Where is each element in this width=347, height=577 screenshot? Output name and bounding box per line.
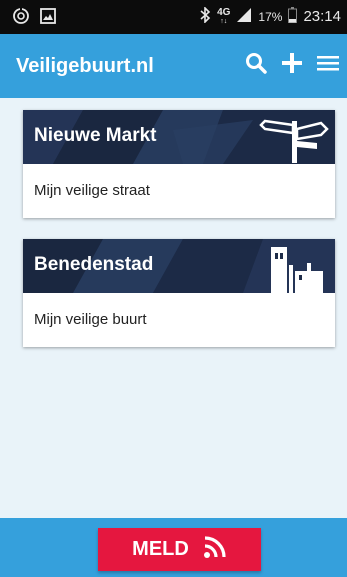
neighbourhood-card[interactable]: Nieuwe Markt Mijn veilige straat	[23, 110, 335, 218]
signal-icon	[236, 7, 252, 26]
card-header: Nieuwe Markt	[23, 110, 335, 164]
neighbourhood-card[interactable]: Benedenstad Mijn veilige buurt	[23, 239, 335, 347]
bottom-bar: MELD	[0, 518, 347, 577]
card-title: Nieuwe Markt	[34, 125, 157, 146]
app-bar: Veiligebuurt.nl	[0, 34, 347, 98]
menu-icon[interactable]	[317, 53, 339, 78]
bluetooth-icon	[199, 6, 211, 26]
app-title: Veiligebuurt.nl	[16, 55, 154, 77]
signpost-icon	[259, 113, 329, 164]
plus-icon[interactable]	[281, 52, 303, 79]
battery-percent: 17%	[258, 9, 283, 24]
card-subtitle: Mijn veilige buurt	[34, 311, 147, 328]
battery-icon	[288, 7, 298, 26]
image-icon	[40, 8, 56, 29]
card-header: Benedenstad	[23, 239, 335, 293]
buildings-icon	[269, 245, 329, 293]
sync-icon	[12, 7, 30, 30]
network-type: 4G ↑↓	[217, 7, 231, 26]
clock: 23:14	[303, 8, 341, 25]
card-title: Benedenstad	[34, 254, 154, 275]
search-icon[interactable]	[245, 52, 267, 79]
status-bar: 4G ↑↓ 17% 23:14	[0, 0, 347, 34]
rss-icon	[203, 535, 227, 565]
neighbourhood-list: Nieuwe Markt Mijn veilige straat Beneden…	[0, 98, 347, 518]
meld-button-label: MELD	[132, 538, 189, 560]
card-subtitle: Mijn veilige straat	[34, 182, 150, 199]
meld-button[interactable]: MELD	[98, 528, 261, 571]
